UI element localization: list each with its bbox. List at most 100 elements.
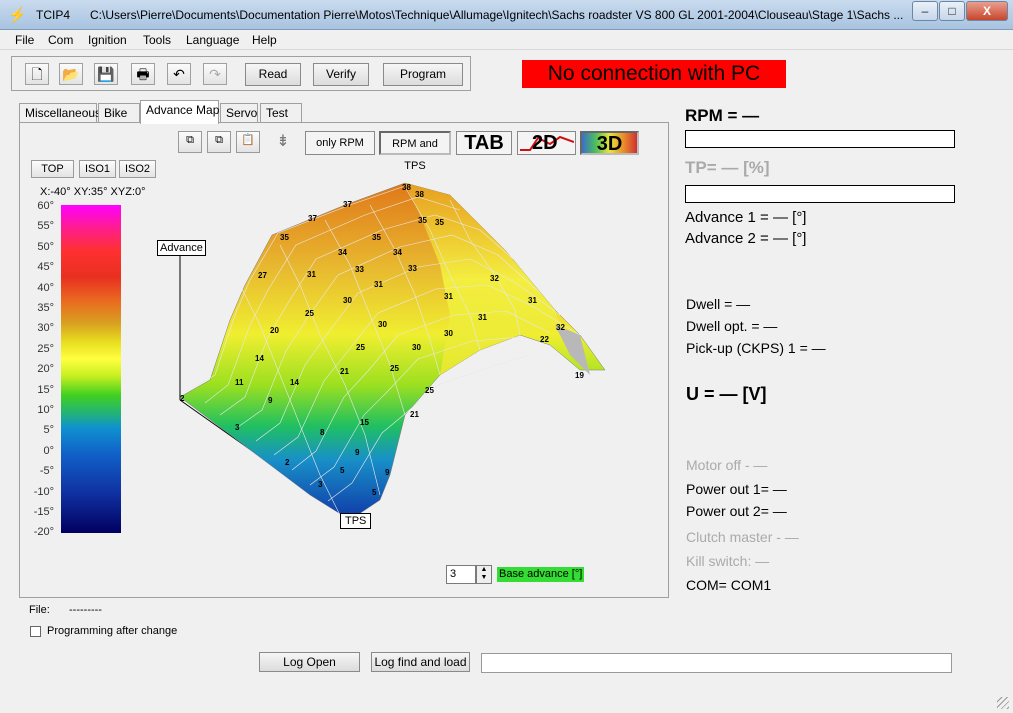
scale-label: 20° [37, 363, 54, 376]
surface-label: 37 [308, 214, 317, 223]
program-button[interactable]: Program [383, 63, 463, 86]
surface-label: 25 [356, 343, 365, 352]
surface-label: 37 [343, 200, 352, 209]
scale-label: -5° [39, 465, 54, 478]
surface-label: 21 [410, 410, 419, 419]
window-file-path: C:\Users\Pierre\Documents\Documentation … [90, 8, 904, 22]
scale-label: 15° [37, 383, 54, 396]
surface-label: 31 [528, 296, 537, 305]
verify-button[interactable]: Verify [313, 63, 369, 86]
surface-label: 30 [444, 329, 453, 338]
menu-help[interactable]: Help [252, 33, 277, 47]
align-icon[interactable]: ⇟ [274, 131, 292, 153]
advance-3d-surface[interactable]: 38 38 37 37 35 35 35 35 34 34 33 33 32 3… [150, 175, 620, 535]
view-iso1-button[interactable]: ISO1 [79, 160, 116, 178]
base-advance-input[interactable]: 3 [446, 565, 476, 584]
scale-label: 60° [37, 200, 54, 212]
scale-label: 55° [37, 220, 54, 233]
file-value: --------- [69, 604, 102, 616]
surface-label: 20 [270, 326, 279, 335]
base-advance-spinner[interactable]: ▲ ▼ [476, 565, 492, 584]
base-advance-label: Base advance [°] [497, 567, 585, 582]
menu-file[interactable]: File [15, 33, 34, 47]
view-top-button[interactable]: TOP [31, 160, 74, 178]
voltage-readout: U = — [V] [686, 384, 767, 404]
surface-label: 38 [402, 183, 411, 192]
surface-label: 38 [415, 190, 424, 199]
surface-label: 27 [258, 271, 267, 280]
surface-label: 33 [408, 264, 417, 273]
tps-axis-label: TPS [340, 513, 372, 529]
surface-label: 14 [255, 354, 264, 363]
open-icon[interactable]: 📂 [59, 63, 83, 85]
power-out1-status: Power out 1= — [686, 481, 787, 497]
log-open-button[interactable]: Log Open [259, 652, 360, 672]
table-view-button[interactable]: TAB [456, 131, 512, 155]
power-out2-status: Power out 2= — [686, 503, 787, 519]
menu-ignition[interactable]: Ignition [88, 33, 127, 47]
copy-all-icon[interactable]: ⧉ [207, 131, 231, 153]
scale-label: 50° [37, 240, 54, 253]
motor-off-status: Motor off - — [686, 457, 768, 473]
surface-label: 9 [268, 396, 273, 405]
clutch-master-status: Clutch master - — [686, 529, 799, 545]
dwell-opt-readout: Dwell opt. = — [686, 318, 778, 334]
dwell-readout: Dwell = — [686, 296, 751, 312]
surface-label: 31 [307, 270, 316, 279]
new-icon[interactable]: 🗋 [25, 63, 49, 85]
menu-bar: File Com Ignition Tools Language Help [0, 30, 1013, 50]
2d-view-button[interactable]: 2D [517, 131, 576, 155]
scale-label: 5° [43, 424, 54, 437]
menu-language[interactable]: Language [186, 33, 239, 47]
surface-label: 34 [393, 248, 402, 257]
kill-switch-status: Kill switch: — [686, 553, 770, 569]
rpm-and-tps-button[interactable]: RPM and TPS [379, 131, 451, 172]
tab-servo[interactable]: Servo [220, 103, 258, 123]
log-path-field[interactable] [481, 653, 952, 673]
rpm-readout: RPM = — [685, 106, 760, 125]
surface-label: 2 [180, 394, 185, 403]
minimize-button[interactable]: – [912, 1, 938, 21]
print-icon[interactable]: 🖶 [131, 63, 155, 85]
only-rpm-button[interactable]: only RPM [305, 131, 375, 155]
close-button[interactable]: X [966, 1, 1008, 21]
log-find-and-load-button[interactable]: Log find and load [371, 652, 470, 672]
surface-label: 35 [418, 216, 427, 225]
programming-after-change-checkbox[interactable] [30, 626, 41, 637]
undo-icon[interactable]: ↶ [167, 63, 191, 85]
tp-readout: TP= — [%] [685, 158, 770, 177]
surface-label: 34 [338, 248, 347, 257]
resize-grip[interactable] [997, 697, 1009, 709]
paste-icon[interactable]: 📋 [236, 131, 260, 153]
surface-label: 25 [305, 309, 314, 318]
tab-advance-map[interactable]: Advance Map [140, 100, 219, 124]
surface-label: 5 [372, 488, 377, 497]
surface-label: 35 [435, 218, 444, 227]
redo-icon[interactable]: ↷ [203, 63, 227, 85]
scale-label: 30° [37, 322, 54, 335]
scale-label: 45° [37, 261, 54, 274]
color-scale-bar [61, 205, 121, 533]
scale-label: 35° [37, 302, 54, 314]
scale-label: -15° [33, 506, 54, 518]
toolbar: 🗋 📂 💾 🖶 ↶ ↷ Read Verify Program [11, 56, 471, 91]
scale-label: 10° [37, 404, 54, 416]
surface-label: 33 [355, 265, 364, 274]
menu-com[interactable]: Com [48, 33, 73, 47]
scale-label: -10° [33, 485, 54, 498]
tab-test[interactable]: Test [260, 103, 302, 123]
surface-label: 30 [378, 320, 387, 329]
copy-icon[interactable]: ⧉ [178, 131, 202, 153]
maximize-button[interactable]: □ [939, 1, 965, 21]
surface-label: 5 [340, 466, 345, 475]
tab-bike[interactable]: Bike [98, 103, 140, 123]
surface-label: 25 [390, 364, 399, 373]
file-label: File: [29, 604, 50, 616]
surface-label: 9 [385, 468, 390, 477]
tab-miscellaneous[interactable]: Miscellaneous [19, 103, 101, 123]
surface-label: 3 [318, 480, 323, 489]
save-icon[interactable]: 💾 [94, 63, 118, 85]
read-button[interactable]: Read [245, 63, 301, 86]
3d-view-button[interactable]: 3D [580, 131, 639, 155]
menu-tools[interactable]: Tools [143, 33, 171, 47]
